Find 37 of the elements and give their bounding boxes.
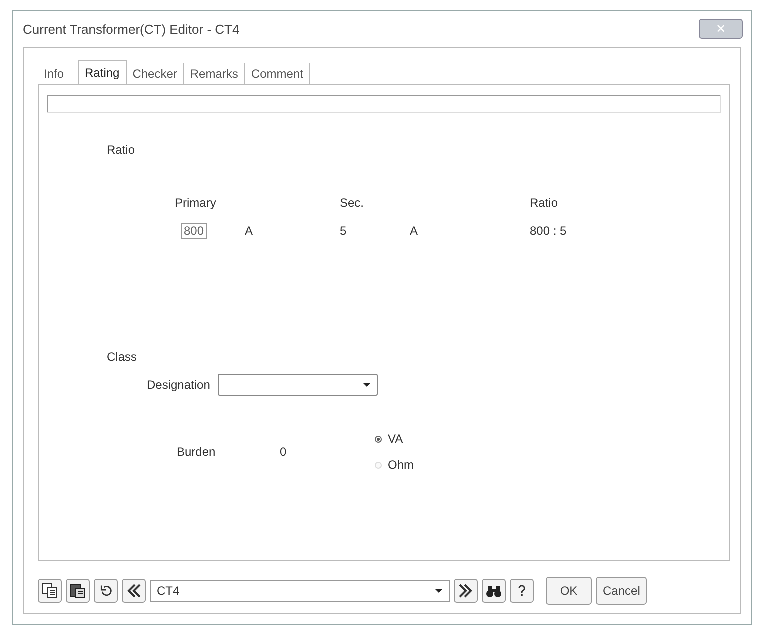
window-title: Current Transformer(CT) Editor - CT4 xyxy=(23,22,240,36)
ok-button[interactable]: OK xyxy=(546,577,592,605)
caret-icon xyxy=(363,383,372,387)
next-button[interactable] xyxy=(454,579,478,603)
designation-dropdown[interactable] xyxy=(218,374,378,396)
field-label: Burden xyxy=(177,445,217,459)
double-chevron-left-icon xyxy=(126,583,142,599)
cancel-button[interactable]: Cancel xyxy=(596,577,648,605)
tab[interactable]: Rating xyxy=(78,60,127,84)
unit-label: A xyxy=(245,224,254,238)
section-heading: Ratio xyxy=(107,143,136,157)
paste-icon xyxy=(70,583,86,599)
undo-icon xyxy=(99,584,113,598)
burden-value: 0 xyxy=(280,445,288,459)
copy-icon xyxy=(42,583,58,599)
primary-field[interactable]: 800 xyxy=(181,223,208,239)
section-heading: Class xyxy=(107,350,138,364)
column-label: Primary xyxy=(175,196,218,210)
column-label: Sec. xyxy=(340,196,366,210)
find-button[interactable] xyxy=(482,579,506,603)
text-field[interactable] xyxy=(47,95,721,113)
double-chevron-right-icon xyxy=(458,583,474,599)
column-label: Ratio xyxy=(530,196,560,210)
sec-value: 5 xyxy=(340,224,348,238)
record-dropdown[interactable]: CT4 xyxy=(150,580,450,602)
caret-icon xyxy=(435,589,443,593)
copy-button[interactable] xyxy=(38,579,62,603)
paste-button[interactable] xyxy=(66,579,90,603)
field-label: Designation xyxy=(147,378,210,392)
radio-option[interactable]: Ohm xyxy=(375,458,414,472)
undo-button[interactable] xyxy=(94,579,118,603)
unit-label: A xyxy=(410,224,420,238)
radio-option[interactable]: VA xyxy=(375,432,414,446)
binoculars-icon xyxy=(486,583,502,599)
previous-button[interactable] xyxy=(122,579,146,603)
ratio-value: 800 : 5 xyxy=(530,224,568,238)
help-button[interactable] xyxy=(510,579,534,603)
